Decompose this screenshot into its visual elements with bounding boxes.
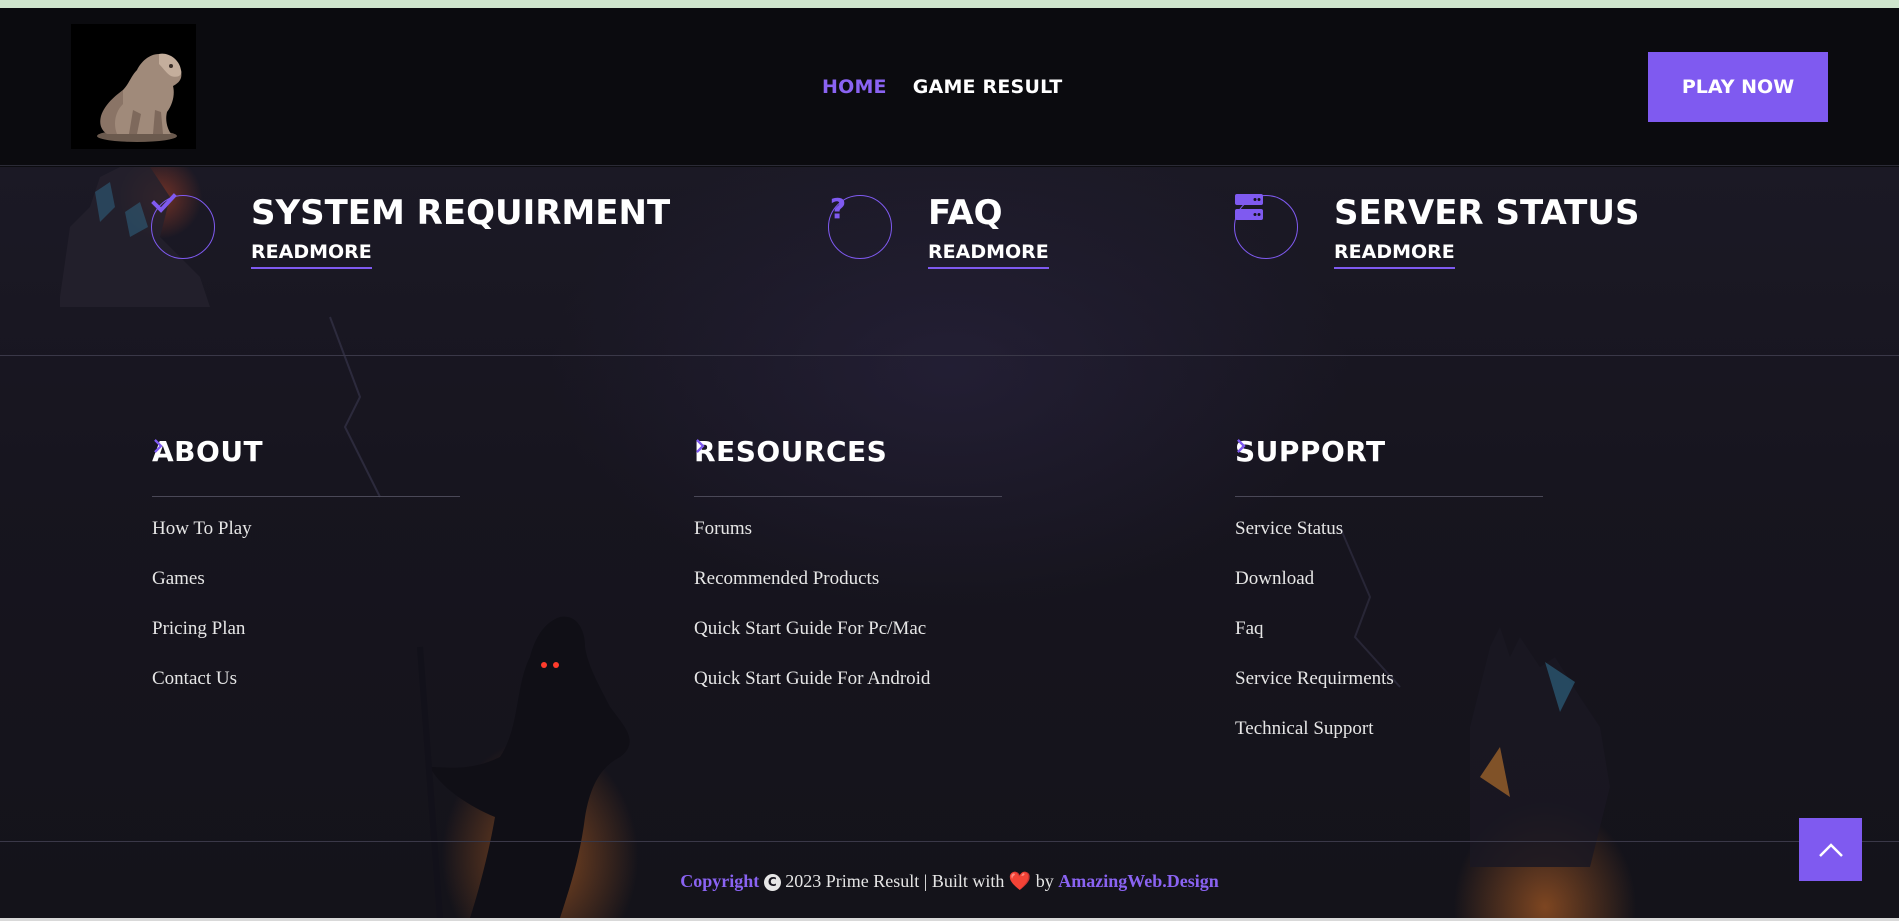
footer-link[interactable]: Faq xyxy=(1235,618,1264,640)
list-item: Quick Start Guide For Pc/Mac xyxy=(694,439,1002,668)
link-list: How To Play Games Pricing Plan Contact U… xyxy=(152,439,460,718)
feature-icon-circle xyxy=(1234,194,1298,259)
list-item: Faq xyxy=(1235,439,1543,668)
footer-link[interactable]: Quick Start Guide For Pc/Mac xyxy=(694,618,926,640)
column-rule xyxy=(694,496,1002,497)
top-strip xyxy=(0,0,1899,8)
feature-icon-circle xyxy=(151,193,215,259)
list-item: Service Status xyxy=(1235,439,1543,568)
column-rule xyxy=(152,496,460,497)
feature-server-status: SERVER STATUS READMORE xyxy=(1234,193,1639,269)
footer-link[interactable]: Service Requirments xyxy=(1235,668,1394,690)
copyright-by: by xyxy=(1031,871,1059,891)
server-icon xyxy=(1235,194,1263,220)
list-item: Technical Support xyxy=(1235,439,1543,768)
readmore-link[interactable]: READMORE xyxy=(251,241,372,269)
column-title: ABOUT xyxy=(152,435,264,468)
column-title: SUPPORT xyxy=(1235,435,1386,468)
copyright-label: Copyright xyxy=(680,871,760,891)
link-list: Forums Recommended Products Quick Start … xyxy=(694,439,1002,718)
svg-text:?: ? xyxy=(830,193,846,223)
main-nav: HOME GAME RESULT xyxy=(822,76,1062,98)
footer-link[interactable]: Quick Start Guide For Android xyxy=(694,668,930,690)
lion-logo-icon xyxy=(71,24,196,149)
list-item: Recommended Products xyxy=(694,439,1002,618)
copyright-icon: C xyxy=(763,874,781,891)
list-item: Contact Us xyxy=(152,439,460,718)
list-item: Download xyxy=(1235,439,1543,618)
footer-link[interactable]: Games xyxy=(152,568,205,590)
readmore-link[interactable]: READMORE xyxy=(1334,241,1455,269)
footer-link[interactable]: Recommended Products xyxy=(694,568,879,590)
list-item: Games xyxy=(152,439,460,618)
chevron-up-icon xyxy=(1818,842,1843,857)
scroll-to-top-button[interactable] xyxy=(1799,818,1862,881)
nav-home[interactable]: HOME xyxy=(822,76,887,98)
feature-faq: ? FAQ READMORE xyxy=(828,193,1049,269)
footer-divider xyxy=(0,841,1899,842)
chevron-right-icon xyxy=(1237,439,1246,453)
footer-column-resources: RESOURCES Forums Recommended Products Qu… xyxy=(694,435,1002,718)
site-logo[interactable] xyxy=(71,24,196,149)
chevron-right-icon xyxy=(696,439,705,453)
site-header: HOME GAME RESULT PLAY NOW xyxy=(0,8,1899,166)
brand-link[interactable]: AmazingWeb.Design xyxy=(1058,871,1219,891)
heart-icon: ❤️ xyxy=(1008,871,1032,891)
nav-game-result[interactable]: GAME RESULT xyxy=(913,76,1063,98)
readmore-link[interactable]: READMORE xyxy=(928,241,1049,269)
list-item: Quick Start Guide For Android xyxy=(694,439,1002,718)
copyright-bar: Copyright C 2023 Prime Result | Built wi… xyxy=(0,871,1899,892)
footer-link[interactable]: Service Status xyxy=(1235,518,1343,540)
question-icon: ? xyxy=(830,193,846,223)
footer-link[interactable]: Download xyxy=(1235,568,1314,590)
chevron-right-icon xyxy=(154,439,163,453)
list-item: Forums xyxy=(694,439,1002,568)
footer-column-about: ABOUT How To Play Games Pricing Plan Con… xyxy=(152,435,460,718)
footer-link[interactable]: Pricing Plan xyxy=(152,618,245,640)
section-divider xyxy=(0,355,1899,356)
feature-title: SERVER STATUS xyxy=(1334,193,1640,233)
list-item: How To Play xyxy=(152,439,460,568)
copyright-text: 2023 Prime Result | Built with xyxy=(780,871,1009,891)
feature-icon-circle: ? xyxy=(828,193,892,259)
link-list: Service Status Download Faq Service Requ… xyxy=(1235,439,1543,768)
footer-scene: SYSTEM REQUIRMENT READMORE ? FAQ READMOR… xyxy=(0,167,1899,918)
footer-link[interactable]: How To Play xyxy=(152,518,252,540)
column-rule xyxy=(1235,496,1543,497)
list-item: Pricing Plan xyxy=(152,439,460,668)
feature-title: FAQ xyxy=(928,193,1003,233)
column-title: RESOURCES xyxy=(694,435,888,468)
footer-column-support: SUPPORT Service Status Download Faq Serv… xyxy=(1235,435,1543,768)
feature-title: SYSTEM REQUIRMENT xyxy=(251,193,671,233)
feature-system-requirement: SYSTEM REQUIRMENT READMORE xyxy=(151,193,670,269)
play-now-button[interactable]: PLAY NOW xyxy=(1648,52,1828,122)
list-item: Service Requirments xyxy=(1235,439,1543,718)
check-icon xyxy=(151,193,177,213)
footer-link[interactable]: Forums xyxy=(694,518,752,540)
footer-link[interactable]: Technical Support xyxy=(1235,718,1374,740)
footer-link[interactable]: Contact Us xyxy=(152,668,237,690)
